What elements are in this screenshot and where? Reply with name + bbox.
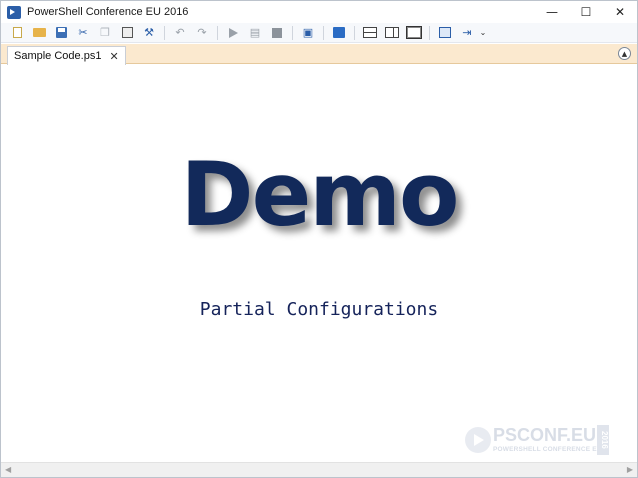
copy-icon[interactable]: ❐: [94, 24, 116, 42]
slide-subtitle: Partial Configurations: [199, 299, 439, 320]
watermark-main: PSCONF.EU: [493, 425, 597, 445]
cut-icon[interactable]: ✂: [72, 24, 94, 42]
new-remote-tab-icon[interactable]: ▣: [297, 24, 319, 42]
clear-icon[interactable]: ⚒: [138, 24, 160, 42]
watermark-sub: POWERSHELL CONFERENCE EU: [493, 446, 602, 453]
toolbar-separator: [292, 25, 293, 40]
show-script-pane-icon[interactable]: [434, 24, 456, 42]
stop-icon[interactable]: [266, 24, 288, 42]
script-tab-strip: Sample Code.ps1 ✕ ▲: [1, 44, 637, 65]
undo-icon[interactable]: ↶: [169, 24, 191, 42]
tab-sample-code[interactable]: Sample Code.ps1 ✕: [7, 46, 126, 65]
close-button[interactable]: ✕: [603, 1, 637, 23]
pane-top-icon[interactable]: [359, 24, 381, 42]
minimize-button[interactable]: —: [535, 1, 569, 23]
open-folder-icon[interactable]: [28, 24, 50, 42]
ise-window: PowerShell Conference EU 2016 — ☐ ✕ ✂ ❐ …: [0, 0, 638, 478]
show-commands-icon[interactable]: ⇥: [456, 24, 478, 42]
watermark-year: 2016: [597, 425, 609, 455]
pane-right-icon[interactable]: [381, 24, 403, 42]
toolbar-separator: [217, 25, 218, 40]
toolbar-separator: [164, 25, 165, 40]
new-file-icon[interactable]: [6, 24, 28, 42]
toolbar-overflow-icon[interactable]: ⌄: [478, 24, 488, 42]
horizontal-scrollbar[interactable]: ◀ ▶: [1, 462, 637, 477]
redo-icon[interactable]: ↷: [191, 24, 213, 42]
script-editor[interactable]: Demo Partial Configurations PSCONF.EU PO…: [1, 65, 637, 462]
toolbar-separator: [323, 25, 324, 40]
save-icon[interactable]: [50, 24, 72, 42]
title-bar: PowerShell Conference EU 2016 — ☐ ✕: [1, 1, 637, 23]
scroll-left-icon[interactable]: ◀: [5, 465, 11, 474]
psconf-watermark: PSCONF.EU POWERSHELL CONFERENCE EU 2016: [465, 425, 611, 457]
collapse-script-pane-icon[interactable]: ▲: [618, 47, 631, 60]
tab-label: Sample Code.ps1: [14, 50, 102, 62]
paste-icon[interactable]: [116, 24, 138, 42]
slide-title: Demo: [180, 143, 460, 246]
window-title: PowerShell Conference EU 2016: [27, 6, 189, 18]
maximize-button[interactable]: ☐: [569, 1, 603, 23]
toolbar-separator: [354, 25, 355, 40]
scroll-right-icon[interactable]: ▶: [627, 465, 633, 474]
toolbar-separator: [429, 25, 430, 40]
close-icon[interactable]: ✕: [109, 50, 118, 63]
start-powershell-icon[interactable]: [328, 24, 350, 42]
run-selection-icon[interactable]: ▤: [244, 24, 266, 42]
window-controls: — ☐ ✕: [535, 1, 637, 23]
pane-maximized-icon[interactable]: [403, 24, 425, 42]
toolbar: ✂ ❐ ⚒ ↶ ↷ ▤ ▣ ⇥ ⌄: [1, 23, 637, 43]
run-icon[interactable]: [222, 24, 244, 42]
psconf-logo-icon: [465, 427, 491, 453]
powershell-app-icon: [7, 5, 21, 19]
